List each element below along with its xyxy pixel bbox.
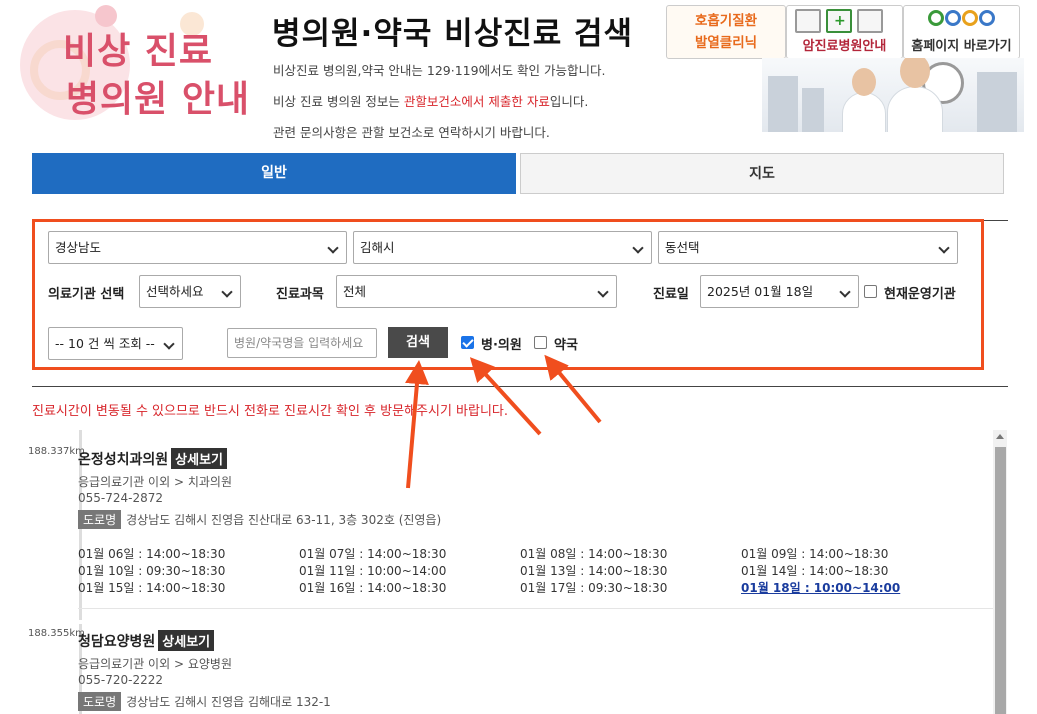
hospital-address: 도로명 경상남도 김해시 진영읍 진산대로 63-11, 3층 302호 (진영읍… <box>78 510 441 529</box>
schedule-entry: 01월 11일 : 10:00~14:00 <box>299 564 447 578</box>
hospital-address: 도로명 경상남도 김해시 진영읍 김해대로 132-1 <box>78 692 331 711</box>
building-shape <box>977 72 1017 132</box>
warning-text: 진료시간이 변동될 수 있으므로 반드시 전화로 진료시간 확인 후 방문해주시… <box>32 404 509 419</box>
hospital-building-icon <box>795 9 821 33</box>
hospital-category: 응급의료기관 이외 > 요양병원 <box>78 657 232 671</box>
fever-clinic-banner-line-2: 발열클리닉 <box>694 35 758 51</box>
schedule-entry: 01월 08일 : 14:00~18:30 <box>520 547 668 561</box>
hospital-name-text: 청담요양병원 <box>78 634 156 650</box>
divider <box>78 608 993 609</box>
road-tag: 도로명 <box>78 510 122 529</box>
province-select[interactable]: 경상남도 <box>48 231 347 264</box>
hospital-name: 청담요양병원 상세보기 <box>78 630 215 651</box>
divider <box>32 386 1008 387</box>
name-search-input[interactable]: 병원/약국명을 입력하세요 <box>227 328 377 358</box>
department-label: 진료과목 <box>276 287 324 302</box>
ambulance-icon <box>857 9 883 33</box>
schedule-entry: 01월 10일 : 09:30~18:30 <box>78 564 226 578</box>
distance: 188.337km <box>28 446 85 457</box>
schedule-entry: 01월 09일 : 14:00~18:30 <box>741 547 889 561</box>
info-text-1: 비상진료 병의원,약국 안내는 129·119에서도 확인 가능합니다. <box>273 63 606 78</box>
road-tag: 도로명 <box>78 692 122 711</box>
city-select[interactable]: 김해시 <box>353 231 652 264</box>
schedule-entry-today[interactable]: 01월 18일 : 10:00~14:00 <box>741 579 900 596</box>
clinic-checkbox[interactable] <box>461 336 474 349</box>
scroll-up-icon[interactable] <box>996 434 1004 439</box>
pharmacy-checkbox-label: 약국 <box>554 338 578 353</box>
doctor-head <box>852 68 876 96</box>
search-button[interactable]: 검색 <box>388 327 448 358</box>
department-select[interactable]: 전체 <box>336 275 617 308</box>
info-text-2: 비상 진료 병의원 정보는 관할보건소에서 제출한 자료입니다. <box>273 91 588 110</box>
info-text-2-highlight: 관할보건소에서 제출한 자료 <box>403 94 550 109</box>
schedule-entry: 01월 14일 : 14:00~18:30 <box>741 564 889 578</box>
homepage-banner[interactable]: 홈페이지 바로가기 <box>903 5 1020 59</box>
hospital-category: 응급의료기관 이외 > 치과의원 <box>78 475 232 489</box>
hospital-phone: 055-720-2222 <box>78 673 164 687</box>
address-text: 경상남도 김해시 진영읍 김해대로 132-1 <box>126 695 331 709</box>
logo-text: 비상 진료 병의원 안내 <box>58 28 258 124</box>
fever-clinic-banner-line-1: 호흡기질환 <box>694 13 758 29</box>
logo-line-1: 비상 진료 <box>62 31 213 72</box>
address-text: 경상남도 김해시 진영읍 진산대로 63-11, 3층 302호 (진영읍) <box>126 513 442 527</box>
open-now-label: 현재운영기관 <box>884 287 956 302</box>
fever-clinic-banner[interactable]: 호흡기질환 발열클리닉 <box>666 5 786 59</box>
page-title: 병의원·약국 비상진료 검색 <box>272 16 634 52</box>
distance: 188.355km <box>28 628 85 639</box>
clinic-checkbox-label: 병·의원 <box>481 338 522 353</box>
scrollbar-thumb[interactable] <box>995 447 1006 714</box>
cancer-hospital-banner-label: 암진료병원안내 <box>802 39 887 54</box>
doctor-illustration <box>762 58 1024 132</box>
tab-general[interactable]: 일반 <box>32 153 516 194</box>
dong-select[interactable]: 동선택 <box>658 231 958 264</box>
info-text-2-pre: 비상 진료 병의원 정보는 <box>273 94 404 109</box>
schedule-entry: 01월 15일 : 14:00~18:30 <box>78 581 226 595</box>
detail-button[interactable]: 상세보기 <box>171 448 228 469</box>
schedule-entry: 01월 17일 : 09:30~18:30 <box>520 581 668 595</box>
building-shape <box>802 88 824 132</box>
cancer-hospital-banner[interactable]: + 암진료병원안내 <box>786 5 903 59</box>
logo-line-2: 병의원 안내 <box>65 79 251 120</box>
institution-select[interactable]: 선택하세요 <box>139 275 241 308</box>
info-text-3: 관련 문의사항은 관할 보건소로 연락하시기 바랍니다. <box>273 125 550 140</box>
page-size-select[interactable]: -- 10 건 씩 조회 -- <box>48 327 183 360</box>
schedule-entry: 01월 06일 : 14:00~18:30 <box>78 547 226 561</box>
logo-decoration <box>95 5 117 27</box>
arrow-to-pharmacy-checkbox <box>544 354 602 424</box>
schedule-entry: 01월 07일 : 14:00~18:30 <box>299 547 447 561</box>
building-shape <box>768 76 798 132</box>
doctor-figure <box>842 92 886 132</box>
hospital-phone: 055-724-2872 <box>78 491 164 505</box>
hospital-name: 온정성치과의원 상세보기 <box>78 448 228 469</box>
doctor-figure <box>887 86 943 132</box>
open-now-checkbox[interactable] <box>864 285 877 298</box>
detail-button[interactable]: 상세보기 <box>158 630 215 651</box>
homepage-logo-icon <box>928 10 995 26</box>
pharmacy-checkbox[interactable] <box>534 336 547 349</box>
hospital-icons: + <box>795 9 883 33</box>
homepage-banner-label: 홈페이지 바로가기 <box>911 39 1012 54</box>
logo: 비상 진료 병의원 안내 <box>0 0 250 140</box>
clinic-icon: + <box>826 9 852 33</box>
hospital-name-text: 온정성치과의원 <box>78 452 169 468</box>
schedule-entry: 01월 13일 : 14:00~18:30 <box>520 564 668 578</box>
tab-map[interactable]: 지도 <box>520 153 1004 194</box>
date-label: 진료일 <box>653 287 689 302</box>
date-select[interactable]: 2025년 01월 18일 <box>700 275 859 308</box>
results-list[interactable]: 188.337km 온정성치과의원 상세보기 응급의료기관 이외 > 치과의원 0… <box>28 430 1008 714</box>
schedule-entry: 01월 16일 : 14:00~18:30 <box>299 581 447 595</box>
institution-label: 의료기관 선택 <box>48 287 125 302</box>
info-text-2-post: 입니다. <box>549 94 589 109</box>
